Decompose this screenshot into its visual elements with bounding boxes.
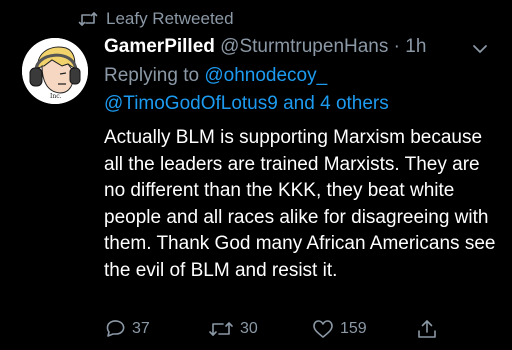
display-name[interactable]: GamerPilled bbox=[104, 36, 215, 57]
share-button[interactable] bbox=[416, 318, 438, 340]
reply-prefix: Replying to bbox=[104, 65, 200, 86]
reply-and: and bbox=[283, 93, 315, 114]
reply-mention-link[interactable]: @TimoGodOfLotus9 bbox=[104, 93, 278, 114]
heart-icon bbox=[312, 319, 334, 339]
chevron-down-icon[interactable] bbox=[470, 42, 490, 56]
reply-count: 37 bbox=[132, 320, 150, 337]
reply-button[interactable]: 37 bbox=[104, 319, 208, 339]
avatar[interactable]: Inc. bbox=[22, 38, 88, 104]
retweet-context-label: Leafy Retweeted bbox=[106, 9, 234, 28]
tweet-actions: 37 30 159 bbox=[104, 316, 438, 342]
like-count: 159 bbox=[340, 320, 367, 337]
share-icon bbox=[416, 318, 438, 340]
retweet-button[interactable]: 30 bbox=[208, 319, 312, 339]
retweet-icon bbox=[208, 319, 234, 339]
reply-mention-link[interactable]: @ohnodecoy_ bbox=[204, 65, 327, 86]
timestamp[interactable]: 1h bbox=[405, 36, 426, 57]
reply-icon bbox=[104, 319, 126, 339]
retweet-icon bbox=[78, 11, 98, 27]
handle[interactable]: @SturmtrupenHans bbox=[220, 36, 388, 57]
tweet-header: GamerPilled @SturmtrupenHans · 1h bbox=[104, 35, 462, 59]
retweet-count: 30 bbox=[240, 320, 258, 337]
avatar-caption: Inc. bbox=[50, 93, 62, 100]
meta-separator: · bbox=[393, 36, 400, 57]
reply-others-link[interactable]: 4 others bbox=[320, 93, 389, 114]
tweet-text: Actually BLM is supporting Marxism becau… bbox=[104, 127, 496, 281]
reply-context: Replying to @ohnodecoy_ @TimoGodOfLotus9… bbox=[104, 62, 498, 118]
like-button[interactable]: 159 bbox=[312, 319, 416, 339]
retweet-context: Leafy Retweeted bbox=[78, 8, 234, 30]
